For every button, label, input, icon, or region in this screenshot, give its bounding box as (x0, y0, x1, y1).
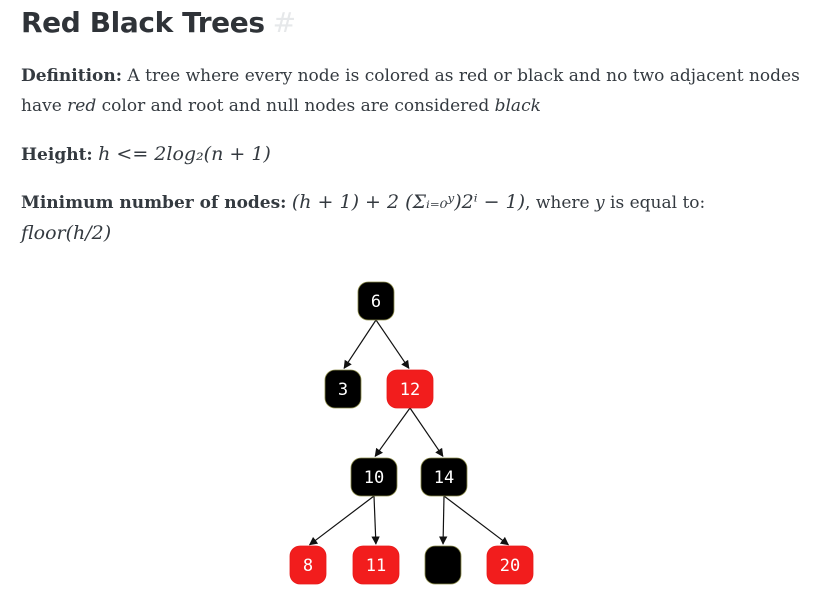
min-nodes-paragraph: Minimum number of nodes: (h + 1) + 2 (Σᵢ… (21, 187, 705, 249)
tree-node-box (289, 545, 327, 585)
tree-node-12: 12 (386, 369, 434, 409)
tree-node-box (424, 545, 462, 585)
tree-edge-n6-n3 (343, 319, 377, 370)
is-equal-text: is equal to: (604, 193, 706, 213)
definition-label: Definition: (21, 66, 123, 86)
tree-edge-n12-n10 (374, 407, 411, 458)
tree-edge-n14-n20 (443, 495, 510, 546)
tree-node-box (486, 545, 534, 585)
tree-node-3: 3 (324, 369, 362, 409)
tree-edge-n10-n11 (371, 495, 380, 545)
tree-node-label: 20 (500, 556, 520, 576)
page-title: Red Black Trees # (21, 6, 296, 39)
tree-node-box (324, 369, 362, 409)
tree-edge-n10-n8 (308, 495, 375, 546)
tree-node-14: 14 (420, 457, 468, 497)
tree-node-label: 14 (434, 468, 454, 488)
tree-node-6: 6 (357, 281, 395, 321)
tree-node-label: 3 (338, 380, 348, 400)
definition-em-red: red (67, 96, 97, 116)
tree-node-label: 11 (366, 556, 386, 576)
height-label: Height: (21, 145, 93, 165)
definition-text-3: color and root and null nodes are consid… (96, 96, 495, 116)
tree-node-box (352, 545, 400, 585)
tree-node-label: 8 (303, 556, 313, 576)
where-text: , where (525, 193, 595, 213)
height-paragraph: Height: h <= 2log₂(n + 1) (21, 139, 271, 170)
tree-node-label: 12 (400, 380, 420, 400)
tree-node-null (424, 545, 462, 585)
tree-node-box (386, 369, 434, 409)
tree-edge-n6-n12 (375, 319, 410, 370)
tree-node-box (420, 457, 468, 497)
where-variable: y (595, 193, 605, 213)
tree-edge-n12-n14 (409, 407, 444, 458)
tree-node-10: 10 (350, 457, 398, 497)
title-text: Red Black Trees (21, 6, 265, 39)
tree-node-11: 11 (352, 545, 400, 585)
heading-anchor-link[interactable]: # (273, 6, 296, 39)
tree-node-box (357, 281, 395, 321)
definition-paragraph: Definition: A tree where every node is c… (21, 61, 800, 121)
definition-em-black: black (494, 96, 541, 116)
tree-node-label: 10 (364, 468, 384, 488)
height-formula: h <= 2log₂(n + 1) (98, 143, 271, 165)
min-nodes-label: Minimum number of nodes: (21, 193, 287, 213)
tree-node-8: 8 (289, 545, 327, 585)
min-nodes-formula: (h + 1) + 2 (Σᵢ₌₀ʸ)2ⁱ − 1) (291, 191, 526, 213)
tree-node-box (350, 457, 398, 497)
tree-edge-n14-nnull (438, 495, 448, 545)
tree-node-label: 6 (371, 292, 381, 312)
definition-text-1: A tree where every node is colored as re… (122, 66, 800, 86)
tree-node-20: 20 (486, 545, 534, 585)
floor-formula: floor(h/2) (21, 222, 112, 244)
definition-text-2: have (21, 96, 68, 116)
